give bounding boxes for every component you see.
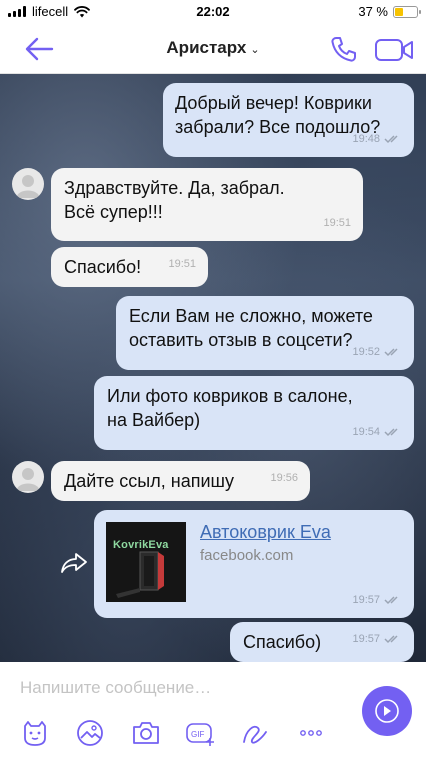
battery-icon (393, 5, 421, 18)
message-time: 19:57 (352, 594, 380, 606)
signal-icon (8, 6, 26, 17)
message-meta: 19:51 (323, 211, 351, 235)
more-icon[interactable] (296, 718, 326, 748)
message-meta: 19:56 (270, 466, 298, 490)
play-icon (375, 699, 399, 723)
message-meta: 19:52 (352, 340, 402, 364)
message-input[interactable] (20, 676, 340, 700)
avatar[interactable] (12, 168, 44, 200)
avatar-placeholder-icon (16, 468, 40, 491)
contact-name: Аристарх (166, 38, 247, 57)
status-right: 37 % (358, 4, 421, 19)
sticker-icon[interactable] (20, 718, 50, 748)
link-title[interactable]: Автоковрик Eva (200, 520, 331, 544)
battery-percent: 37 % (358, 4, 388, 19)
gallery-icon[interactable] (75, 718, 105, 748)
read-ticks-icon (384, 348, 398, 357)
doodle-icon[interactable] (240, 718, 270, 748)
call-button[interactable] (330, 35, 356, 63)
message-text: Здравствуйте. Да, забрал. Всё супер!!! (64, 178, 285, 222)
contact-name-button[interactable]: Аристарх ⌄ (166, 38, 259, 57)
message-bubble-outgoing[interactable]: Спасибо) 19:57 (230, 622, 414, 662)
gif-label: GIF (191, 730, 204, 739)
wifi-icon (74, 5, 91, 17)
message-meta: 19:54 (352, 420, 402, 444)
avatar[interactable] (12, 461, 44, 493)
message-time: 19:57 (352, 633, 380, 645)
message-time: 19:54 (352, 426, 380, 438)
message-bubble-outgoing[interactable]: Если Вам не сложно, можете оставить отзы… (116, 296, 414, 370)
gif-icon[interactable]: GIF (185, 718, 215, 748)
link-preview-message[interactable]: KovrikEva Автоковрик Eva facebook.com 19… (94, 510, 414, 618)
contact-title: Аристарх ⌄ (0, 38, 426, 58)
read-ticks-icon (384, 635, 398, 644)
message-time: 19:56 (270, 472, 298, 484)
message-bubble-incoming[interactable]: Спасибо! 19:51 (51, 247, 208, 287)
carrier-label: lifecell (32, 4, 69, 19)
send-button[interactable] (362, 686, 412, 736)
video-call-button[interactable] (374, 38, 414, 62)
link-domain: facebook.com (200, 547, 294, 564)
message-meta: 19:57 (352, 588, 402, 612)
link-thumbnail[interactable]: KovrikEva (106, 522, 186, 602)
message-time: 19:48 (352, 133, 380, 145)
message-bubble-incoming[interactable]: Здравствуйте. Да, забрал. Всё супер!!! 1… (51, 168, 363, 241)
status-bar: lifecell 22:02 37 % (0, 0, 426, 24)
read-ticks-icon (384, 135, 398, 144)
composer: GIF (0, 662, 426, 760)
read-ticks-icon (384, 428, 398, 437)
message-bubble-outgoing[interactable]: Добрый вечер! Коврики забрали? Все подош… (163, 83, 414, 157)
message-time: 19:51 (323, 217, 351, 229)
camera-icon[interactable] (131, 718, 161, 748)
message-bubble-incoming[interactable]: Дайте ссыл, напишу 19:56 (51, 461, 310, 501)
chevron-down-icon: ⌄ (250, 44, 260, 56)
read-ticks-icon (384, 596, 398, 605)
message-time: 19:52 (352, 346, 380, 358)
chat-area[interactable]: Добрый вечер! Коврики забрали? Все подош… (0, 74, 426, 662)
avatar-placeholder-icon (16, 175, 40, 198)
car-mat-image (116, 551, 164, 598)
back-button[interactable] (24, 37, 54, 61)
message-meta: 19:48 (352, 127, 402, 151)
message-bubble-outgoing[interactable]: Или фото ковриков в салоне, на Вайбер) 1… (94, 376, 414, 450)
message-text: Дайте ссыл, напишу (64, 471, 234, 491)
share-icon[interactable] (60, 552, 88, 574)
message-meta: 19:57 (352, 627, 402, 651)
message-time: 19:51 (168, 258, 196, 270)
status-left: lifecell (8, 4, 91, 19)
chat-header: Аристарх ⌄ (0, 24, 426, 74)
message-meta: 19:51 (168, 252, 196, 276)
